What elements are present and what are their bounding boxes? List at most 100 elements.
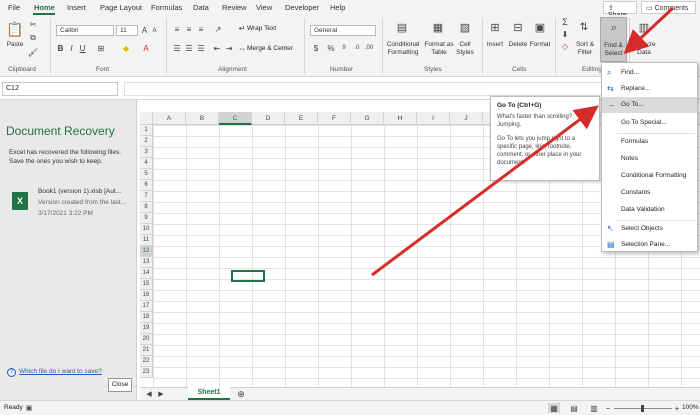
column-header-f[interactable]: F — [318, 112, 351, 125]
paste-button-label[interactable]: Paste — [4, 41, 26, 49]
row-header-7[interactable]: 7 — [140, 191, 153, 202]
row-header-4[interactable]: 4 — [140, 158, 153, 169]
row-header-2[interactable]: 2 — [140, 136, 153, 147]
tab-review[interactable]: Review — [222, 3, 247, 12]
increase-decimal-icon[interactable]: .0 — [352, 43, 362, 53]
fill-color-icon[interactable]: ◆ — [120, 43, 132, 54]
zoom-out-icon[interactable]: − — [604, 403, 612, 413]
row-header-5[interactable]: 5 — [140, 169, 153, 180]
row-header-1[interactable]: 1 — [140, 125, 153, 136]
format-cells-icon[interactable]: ▣ — [533, 20, 547, 34]
tab-file[interactable]: File — [8, 3, 20, 12]
tab-formulas[interactable]: Formulas — [151, 3, 182, 12]
comments-button[interactable]: ▭ Comments — [641, 1, 696, 14]
borders-icon[interactable]: ⊞ — [94, 43, 108, 54]
sheet-tab[interactable]: Sheet1 — [188, 387, 230, 400]
column-header-h[interactable]: H — [384, 112, 417, 125]
font-size-select[interactable]: 11 — [116, 25, 138, 36]
row-header-3[interactable]: 3 — [140, 147, 153, 158]
sort-filter-button[interactable]: Sort & Filter — [573, 41, 597, 57]
macro-record-icon[interactable]: ▣ — [24, 403, 34, 413]
format-painter-icon[interactable]: 🖌 — [28, 47, 38, 57]
tab-developer[interactable]: Developer — [285, 3, 319, 12]
orientation-icon[interactable]: ↗ — [212, 24, 224, 34]
row-header-17[interactable]: 17 — [140, 301, 153, 312]
italic-icon[interactable]: I — [67, 43, 76, 54]
comma-style-icon[interactable]: 9 — [339, 43, 349, 53]
conditional-formatting-button[interactable]: Conditional Formatting — [386, 41, 420, 57]
tab-data[interactable]: Data — [193, 3, 209, 12]
column-header-a[interactable]: A — [153, 112, 186, 125]
menu-item-data-validation[interactable]: Data Validation — [602, 202, 697, 218]
increase-indent-icon[interactable]: ⇥ — [224, 43, 234, 53]
increase-font-icon[interactable]: A — [140, 25, 149, 36]
close-button[interactable]: Close — [108, 378, 132, 392]
menu-item-goto-special[interactable]: Go To Special... — [602, 115, 697, 131]
align-middle-icon[interactable]: ≡ — [184, 24, 194, 34]
row-header-21[interactable]: 21 — [140, 345, 153, 356]
menu-item-conditional-formatting[interactable]: Conditional Formatting — [602, 168, 697, 184]
menu-item-formulas[interactable]: Formulas — [602, 134, 697, 150]
row-header-16[interactable]: 16 — [140, 290, 153, 301]
column-header-d[interactable]: D — [252, 112, 285, 125]
font-color-icon[interactable]: A — [140, 43, 152, 54]
merge-center-icon[interactable]: ⇔ — [238, 43, 246, 53]
sort-filter-icon[interactable]: ⇅ — [577, 20, 591, 34]
page-break-view-icon[interactable]: ▥ — [588, 403, 600, 413]
column-header-g[interactable]: G — [351, 112, 384, 125]
row-header-18[interactable]: 18 — [140, 312, 153, 323]
column-header-j[interactable]: J — [450, 112, 483, 125]
align-top-icon[interactable]: ≡ — [172, 24, 182, 34]
autosum-icon[interactable]: Σ — [560, 17, 570, 27]
prev-sheet-icon[interactable]: ◀ — [144, 389, 154, 399]
row-header-10[interactable]: 10 — [140, 224, 153, 235]
currency-icon[interactable]: $ — [310, 43, 322, 53]
font-name-select[interactable]: Calibri — [56, 25, 114, 36]
menu-item-select-objects[interactable]: ↖ Select Objects — [602, 221, 697, 237]
fill-icon[interactable]: ⬇ — [560, 29, 570, 39]
row-header-6[interactable]: 6 — [140, 180, 153, 191]
percent-icon[interactable]: % — [326, 43, 336, 53]
menu-item-constants[interactable]: Constants — [602, 185, 697, 201]
insert-cells-button[interactable]: Insert — [484, 41, 506, 49]
analyze-data-button[interactable]: Analyze Data — [631, 41, 657, 57]
column-header-i[interactable]: I — [417, 112, 450, 125]
row-header-9[interactable]: 9 — [140, 213, 153, 224]
row-header-12[interactable]: 12 — [140, 246, 153, 257]
find-select-button[interactable]: ⌕ Find & Select — [600, 17, 627, 62]
name-box[interactable]: C12 — [2, 82, 118, 96]
zoom-in-icon[interactable]: + — [673, 403, 681, 413]
decrease-indent-icon[interactable]: ⇤ — [212, 43, 222, 53]
row-header-15[interactable]: 15 — [140, 279, 153, 290]
tab-help[interactable]: Help — [330, 3, 345, 12]
row-header-8[interactable]: 8 — [140, 202, 153, 213]
format-as-table-button[interactable]: Format as Table — [424, 41, 454, 57]
which-file-link[interactable]: Which file do I want to save? — [19, 368, 102, 375]
align-center-icon[interactable]: ☰ — [184, 43, 194, 53]
row-header-14[interactable]: 14 — [140, 268, 153, 279]
tab-view[interactable]: View — [256, 3, 272, 12]
decrease-decimal-icon[interactable]: .00 — [364, 43, 374, 53]
clear-icon[interactable]: ◇ — [560, 41, 570, 51]
align-right-icon[interactable]: ☰ — [196, 43, 206, 53]
menu-item-replace[interactable]: ⇆ Replace... — [602, 81, 697, 97]
align-left-icon[interactable]: ☰ — [172, 43, 182, 53]
underline-icon[interactable]: U — [78, 43, 87, 54]
row-header-22[interactable]: 22 — [140, 356, 153, 367]
select-all-corner[interactable] — [140, 112, 153, 125]
recovered-file-item[interactable]: Book1 (version 1).xlsb [Aut... Version c… — [38, 186, 126, 219]
decrease-font-icon[interactable]: A — [150, 25, 159, 36]
number-format-select[interactable]: General — [310, 25, 376, 36]
column-header-c[interactable]: C — [219, 112, 252, 125]
row-header-20[interactable]: 20 — [140, 334, 153, 345]
normal-view-icon[interactable]: ▦ — [548, 403, 560, 413]
wrap-text-button[interactable]: Wrap Text — [247, 25, 276, 32]
share-button[interactable]: ⇪ Share — [603, 1, 637, 19]
column-header-e[interactable]: E — [285, 112, 318, 125]
menu-item-selection-pane[interactable]: ▤ Selection Pane... — [602, 237, 697, 253]
next-sheet-icon[interactable]: ▶ — [156, 389, 166, 399]
row-header-19[interactable]: 19 — [140, 323, 153, 334]
cell-styles-icon[interactable]: ▧ — [458, 20, 472, 34]
zoom-level[interactable]: 100% — [682, 404, 699, 411]
delete-cells-button[interactable]: Delete — [507, 41, 529, 49]
